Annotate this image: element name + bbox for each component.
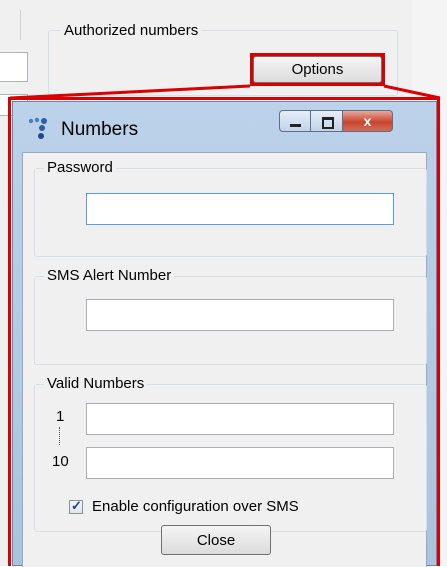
dialog-title: Numbers (61, 119, 139, 140)
dialog-title-bar[interactable]: Numbers x (13, 102, 436, 154)
valid-numbers-title: Valid Numbers (44, 375, 148, 393)
enable-config-label: Enable configuration over SMS (92, 498, 299, 515)
maximize-button[interactable] (311, 110, 343, 132)
valid-number-last-input[interactable] (86, 447, 394, 479)
numbers-dialog: Numbers x Password SMS Alert Number Vali… (12, 101, 437, 567)
sms-alert-title: SMS Alert Number (44, 267, 175, 285)
close-button[interactable]: Close (161, 525, 271, 555)
minimize-button[interactable] (279, 110, 311, 132)
dialog-client-area: Password SMS Alert Number Valid Numbers … (22, 152, 427, 567)
password-input[interactable] (86, 193, 394, 225)
caption-buttons: x (279, 110, 393, 134)
valid-number-first-input[interactable] (86, 403, 394, 435)
valid-numbers-ellipsis (59, 427, 61, 445)
close-window-button[interactable]: x (343, 110, 393, 132)
valid-number-last-label: 10 (52, 453, 69, 470)
enable-config-checkbox[interactable]: ✓ (69, 497, 83, 514)
password-title: Password (44, 159, 116, 177)
valid-number-first-label: 1 (56, 408, 65, 425)
enable-config-row[interactable]: ✓ Enable configuration over SMS (69, 498, 299, 515)
sms-alert-input[interactable] (86, 299, 394, 331)
checkmark-icon: ✓ (71, 497, 82, 513)
app-icon (28, 117, 47, 139)
